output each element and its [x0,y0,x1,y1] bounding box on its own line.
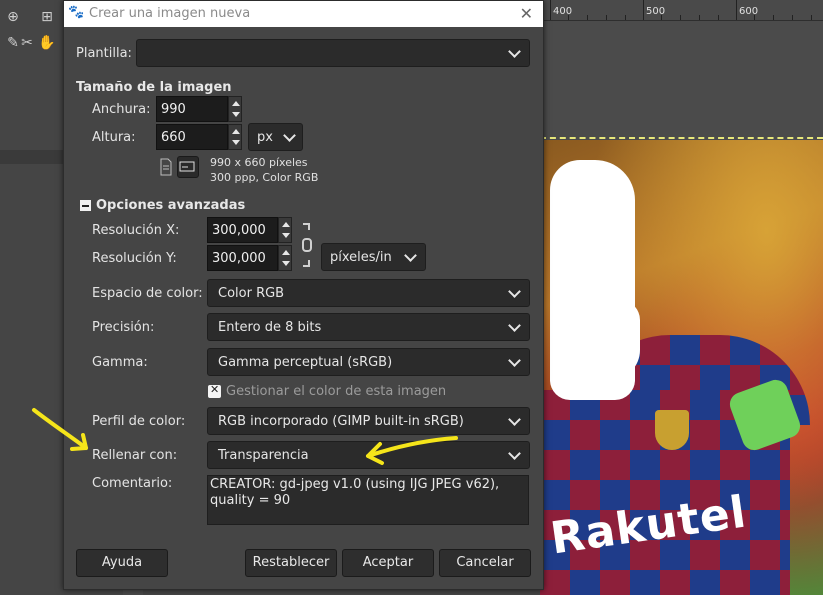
chevron-down-icon [283,129,296,142]
colorspace-select[interactable]: Color RGB [207,279,530,307]
res-y-label: Resolución Y: [92,251,177,266]
canvas-image[interactable]: Rakutel [540,140,823,595]
tool-icon-4[interactable]: ✂ [18,34,36,52]
help-button[interactable]: Ayuda [76,549,168,577]
height-input[interactable]: 660 [156,124,228,150]
height-label: Altura: [92,130,136,145]
color-manage-label[interactable]: Gestionar el color de esta imagen [226,384,446,399]
fill-label: Rellenar con: [92,448,178,463]
landscape-button[interactable] [177,156,199,178]
chevron-down-icon [508,319,521,332]
ok-button[interactable]: Aceptar [342,549,434,577]
comment-label: Comentario: [92,476,173,491]
template-label: Plantilla: [76,46,132,61]
new-image-dialog: 🐾 Crear una imagen nueva ✕ Plantilla: Ta… [63,0,544,590]
portrait-icon[interactable] [159,158,173,176]
colorspace-label: Espacio de color: [92,286,203,301]
close-icon[interactable]: ✕ [520,4,533,23]
res-y-spinner[interactable]: 300,000 [207,245,292,271]
image-size-info: 990 x 660 píxeles [210,156,308,169]
template-select[interactable] [136,39,530,67]
image-resolution-info: 300 ppp, Color RGB [210,171,319,184]
selection-border [540,137,823,139]
ruler-label-400: 400 [553,6,573,17]
comment-text: CREATOR: gd-jpeg v1.0 (using IJG JPEG v6… [210,477,500,508]
color-profile-value: RGB incorporado (GIMP built-in sRGB) [218,414,464,429]
res-x-stepper[interactable] [278,217,292,243]
gimp-icon: 🐾 [68,5,85,20]
canvas-padding [540,21,823,141]
unit-value: px [257,130,273,145]
precision-value: Entero de 8 bits [218,320,322,335]
club-crest [655,410,689,450]
annotation-arrow-right-icon [366,436,458,465]
precision-label: Precisión: [92,320,155,335]
advanced-options-header[interactable]: Opciones avanzadas [96,198,245,213]
dialog-title: Crear una imagen nueva [89,6,251,21]
collapse-icon[interactable] [80,200,91,211]
chevron-down-icon [404,249,417,262]
size-header: Tamaño de la imagen [76,80,232,95]
width-spinner[interactable]: 990 [156,96,242,122]
unit-select[interactable]: px [248,123,303,151]
tool-icon-1[interactable]: ⊕ [4,8,22,26]
resolution-unit-value: píxeles/in [330,250,392,265]
cancel-button[interactable]: Cancelar [439,549,531,577]
dialog-titlebar: 🐾 Crear una imagen nueva ✕ [64,1,543,27]
colorspace-value: Color RGB [218,286,285,301]
tool-icon-2[interactable]: ⊞ [38,8,56,26]
res-x-spinner[interactable]: 300,000 [207,217,292,243]
annotation-arrow-left-icon [32,408,88,451]
chevron-down-icon [508,45,521,58]
res-x-input[interactable]: 300,000 [207,217,278,243]
chevron-down-icon [508,354,521,367]
tool-icon-5[interactable]: ✋ [38,34,56,52]
height-spinner[interactable]: 660 [156,124,242,150]
chain-link-icon[interactable] [300,222,314,268]
res-y-stepper[interactable] [278,245,292,271]
comment-textarea[interactable]: CREATOR: gd-jpeg v1.0 (using IJG JPEG v6… [207,475,529,525]
gamma-value: Gamma perceptual (sRGB) [218,355,393,370]
precision-select[interactable]: Entero de 8 bits [207,313,530,341]
chevron-down-icon [508,285,521,298]
chevron-down-icon [508,447,521,460]
ruler-label-600: 600 [739,6,759,17]
reset-button[interactable]: Restablecer [245,549,337,577]
resolution-unit-select[interactable]: píxeles/in [321,243,426,271]
landscape-icon [179,161,195,172]
width-input[interactable]: 990 [156,96,228,122]
color-manage-checkbox[interactable]: ✕ [208,383,221,398]
gamma-label: Gamma: [92,355,148,370]
res-y-input[interactable]: 300,000 [207,245,278,271]
width-stepper[interactable] [228,96,242,122]
horizontal-ruler: 400 500 600 [540,0,823,21]
toolbox-separator [0,150,63,164]
ruler-label-500: 500 [646,6,666,17]
res-x-label: Resolución X: [92,223,180,238]
width-label: Anchura: [92,102,151,117]
height-stepper[interactable] [228,124,242,150]
chevron-down-icon [508,413,521,426]
color-profile-label: Perfil de color: [92,414,186,429]
fill-value: Transparencia [218,448,309,463]
toolbox: ⊕ ⊞ ✎ ✂ ✋ [0,0,63,595]
gamma-select[interactable]: Gamma perceptual (sRGB) [207,348,530,376]
